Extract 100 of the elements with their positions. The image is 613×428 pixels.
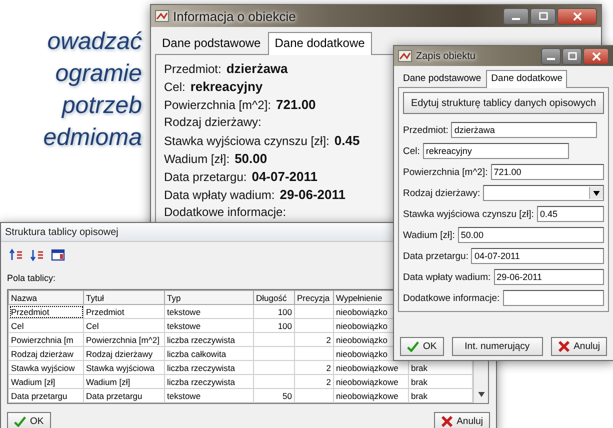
field-label: Przedmiot: bbox=[164, 62, 222, 76]
table-cell: 100 bbox=[254, 318, 294, 332]
field-label: Rodzaj dzierżawy: bbox=[164, 115, 262, 129]
table-cell[interactable]: Wadium [zł] bbox=[8, 374, 84, 388]
close-icon bbox=[592, 52, 600, 60]
field-value: 0.45 bbox=[334, 133, 360, 148]
table-cell: liczba rzeczywista bbox=[164, 360, 254, 374]
table-cell[interactable]: Przedmiot bbox=[8, 304, 84, 318]
window-title: Zapis obiektu bbox=[416, 50, 476, 62]
field-label: Data wpłaty wadium: bbox=[164, 188, 275, 202]
field-label: Przedmiot: bbox=[403, 124, 448, 136]
ok-button[interactable]: OK bbox=[7, 412, 51, 428]
field-label: Data wpłaty wadium: bbox=[403, 272, 491, 282]
table-cell: 50 bbox=[254, 388, 294, 402]
table-cell: nieobowiązkowe bbox=[334, 388, 408, 402]
field-label: Powierzchnia [m^2]: bbox=[403, 166, 488, 178]
close-button[interactable] bbox=[557, 8, 597, 24]
table-cell: 2 bbox=[294, 374, 334, 388]
text-field[interactable]: 0.45 bbox=[536, 206, 604, 222]
table-cell: tekstowe bbox=[164, 304, 254, 318]
maximize-icon bbox=[568, 52, 576, 60]
ok-button[interactable]: OK bbox=[400, 337, 444, 356]
maximize-button[interactable] bbox=[562, 48, 582, 64]
table-cell: Powierzchnia [m^2] bbox=[84, 332, 164, 346]
text-field[interactable]: 50.00 bbox=[458, 227, 604, 243]
field-label: Stawka wyjściowa czynszu [zł]: bbox=[403, 208, 534, 220]
check-icon bbox=[14, 416, 26, 427]
table-cell: liczba całkowita bbox=[164, 346, 254, 360]
scroll-down-icon[interactable] bbox=[478, 392, 484, 397]
window-icon[interactable] bbox=[51, 248, 65, 262]
field-value: 721.00 bbox=[276, 97, 316, 112]
section-label: Pola tablicy: bbox=[7, 273, 56, 285]
window-title: Informacja o obiekcie bbox=[173, 8, 296, 24]
field-value: rekreacyjny bbox=[190, 79, 263, 94]
dropdown-field[interactable] bbox=[483, 185, 604, 201]
x-icon bbox=[440, 416, 453, 427]
text-field[interactable] bbox=[502, 290, 604, 306]
field-label: Wadium [zł]: bbox=[403, 230, 455, 240]
field-label: Dodatkowe informacje: bbox=[164, 205, 286, 219]
minimize-icon bbox=[512, 18, 520, 20]
tab[interactable]: Dane podstawowe bbox=[155, 32, 268, 54]
text-field[interactable]: rekreacyjny bbox=[422, 143, 569, 159]
table-cell: tekstowe bbox=[164, 318, 254, 332]
table-cell: nieobowiązkowe bbox=[334, 374, 408, 388]
close-button[interactable] bbox=[583, 48, 609, 64]
maximize-button[interactable] bbox=[530, 8, 556, 24]
tab[interactable]: Dane dodatkowe bbox=[486, 70, 568, 88]
minimize-button[interactable] bbox=[541, 48, 561, 64]
scrollbar[interactable] bbox=[473, 361, 488, 403]
numbering-button[interactable]: Int. numerujący bbox=[452, 337, 543, 356]
window-title: Struktura tablicy opisowej bbox=[5, 226, 118, 238]
table-cell: Stawka wyjściowa bbox=[84, 360, 164, 374]
tab[interactable]: Dane podstawowe bbox=[398, 70, 486, 87]
table-cell: Przedmiot bbox=[84, 304, 164, 318]
table-cell: 2 bbox=[294, 332, 334, 346]
table-cell: liczba rzeczywista bbox=[164, 332, 254, 346]
table-cell: Data przetargu bbox=[84, 388, 164, 402]
column-header: Nazwa bbox=[8, 290, 84, 304]
app-icon bbox=[398, 50, 412, 62]
table-cell[interactable]: Powierzchnia [m bbox=[8, 332, 84, 346]
text-field[interactable]: 721.00 bbox=[490, 164, 604, 180]
minimize-button[interactable] bbox=[503, 8, 529, 24]
field-label: Cel: bbox=[164, 80, 186, 94]
table-cell[interactable]: Data przetargu bbox=[8, 388, 84, 402]
table-cell[interactable]: Cel bbox=[8, 318, 84, 332]
cancel-button[interactable]: Anuluj bbox=[550, 337, 607, 356]
field-label: Cel: bbox=[403, 146, 420, 156]
check-icon bbox=[407, 341, 419, 352]
text-field[interactable]: 04-07-2011 bbox=[471, 248, 604, 264]
arrow-list-icon[interactable] bbox=[9, 248, 23, 262]
dropdown-arrow-icon bbox=[593, 190, 600, 196]
text-field[interactable]: dzierżawa bbox=[451, 122, 598, 138]
table-cell: Cel bbox=[84, 318, 164, 332]
table-cell: brak bbox=[408, 388, 472, 402]
table-cell: tekstowe bbox=[164, 388, 254, 402]
table-cell[interactable]: Rodzaj dzierżaw bbox=[8, 346, 84, 360]
table-cell[interactable]: Stawka wyjściow bbox=[8, 360, 84, 374]
slogan-text: ogramie bbox=[54, 59, 142, 89]
field-value: dzierżawa bbox=[226, 61, 288, 76]
x-icon bbox=[558, 341, 570, 352]
tab[interactable]: Dane dodatkowe bbox=[268, 32, 372, 55]
table-cell: liczba rzeczywista bbox=[164, 374, 254, 388]
app-icon bbox=[155, 10, 169, 22]
arrow-list-icon[interactable] bbox=[30, 248, 44, 262]
table-cell: brak bbox=[408, 374, 472, 388]
field-value: 29-06-2011 bbox=[280, 187, 346, 202]
maximize-icon bbox=[538, 12, 548, 20]
table-cell: Rodzaj dzierżawy bbox=[84, 346, 164, 360]
column-header: Tytuł bbox=[84, 290, 164, 304]
field-label: Data przetargu: bbox=[403, 250, 468, 262]
field-value: 50.00 bbox=[234, 151, 268, 166]
column-header: Typ bbox=[164, 290, 254, 304]
field-label: Wadium [zł]: bbox=[164, 152, 230, 166]
field-value: 04-07-2011 bbox=[252, 169, 318, 184]
field-label: Stawka wyjściowa czynszu [zł]: bbox=[164, 134, 330, 148]
cancel-button[interactable]: Anuluj bbox=[434, 412, 490, 428]
field-label: Data przetargu: bbox=[164, 170, 247, 184]
text-field[interactable]: 29-06-2011 bbox=[494, 269, 604, 285]
edit-structure-button[interactable]: Edytuj strukturę tablicy danych opisowych bbox=[403, 92, 604, 114]
slogan-text: edmioma bbox=[42, 123, 142, 153]
